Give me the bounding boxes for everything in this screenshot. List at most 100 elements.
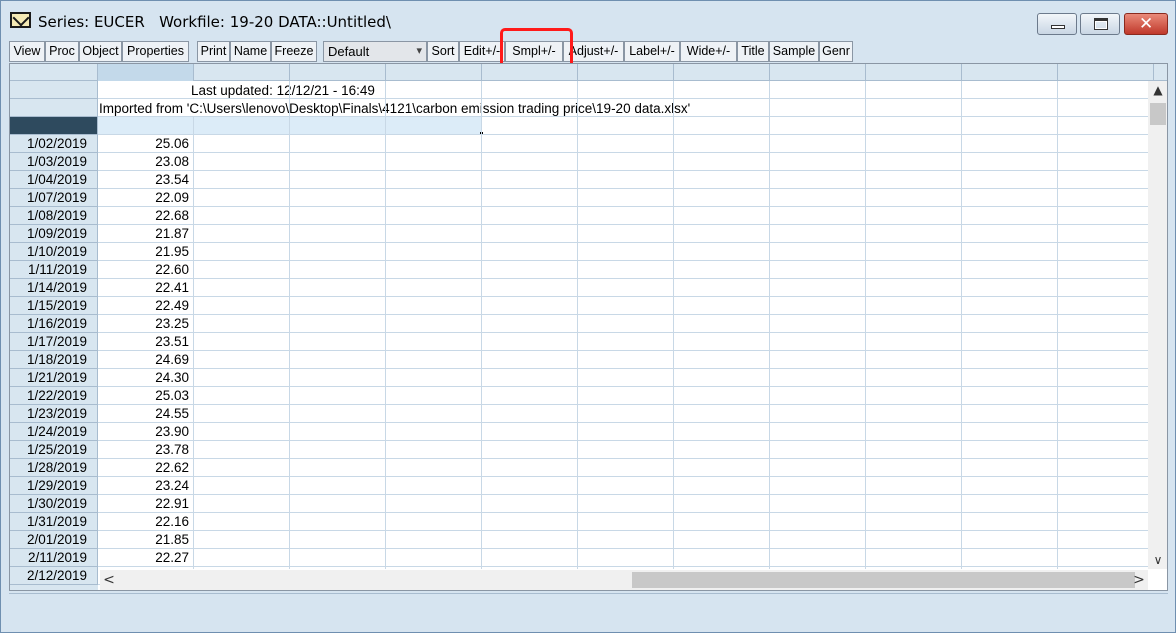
scroll-up-icon[interactable]: ▲ bbox=[1148, 81, 1167, 99]
row-label-date[interactable]: 1/07/2019 bbox=[10, 189, 98, 207]
value-cell[interactable]: 22.16 bbox=[98, 513, 193, 531]
grid-line bbox=[98, 422, 1148, 423]
column-header[interactable] bbox=[482, 64, 578, 81]
value-cell[interactable]: 25.06 bbox=[98, 135, 193, 153]
title-bar[interactable]: Series: EUCER Workfile: 19-20 DATA::Unti… bbox=[1, 1, 1175, 39]
value-cell[interactable]: 22.60 bbox=[98, 261, 193, 279]
genr-button[interactable]: Genr bbox=[819, 41, 853, 62]
row-label[interactable] bbox=[10, 117, 98, 135]
column-header[interactable] bbox=[866, 64, 962, 81]
row-label-date[interactable]: 1/31/2019 bbox=[10, 513, 98, 531]
properties-button[interactable]: Properties bbox=[122, 41, 189, 62]
column-header[interactable] bbox=[962, 64, 1058, 81]
row-label[interactable] bbox=[10, 81, 98, 99]
value-cell[interactable]: 23.08 bbox=[98, 153, 193, 171]
spreadsheet-grid: 1/02/2019 1/03/2019 1/04/2019 1/07/2019 1/08… bbox=[9, 63, 1168, 591]
row-label-date[interactable]: 1/24/2019 bbox=[10, 423, 98, 441]
object-button[interactable]: Object bbox=[79, 41, 122, 62]
value-cell[interactable]: 23.78 bbox=[98, 441, 193, 459]
scroll-left-icon[interactable]: < bbox=[100, 570, 118, 590]
column-header[interactable] bbox=[98, 64, 194, 81]
row-label-date[interactable]: 1/08/2019 bbox=[10, 207, 98, 225]
grid-line bbox=[98, 404, 1148, 405]
view-button[interactable]: View bbox=[9, 41, 45, 62]
row-label-date[interactable]: 1/18/2019 bbox=[10, 351, 98, 369]
row-label-date[interactable]: 1/14/2019 bbox=[10, 279, 98, 297]
column-header[interactable] bbox=[578, 64, 674, 81]
value-cell[interactable]: 22.41 bbox=[98, 279, 193, 297]
row-label-date[interactable]: 1/02/2019 bbox=[10, 135, 98, 153]
value-cell[interactable]: 24.69 bbox=[98, 351, 193, 369]
proc-button[interactable]: Proc bbox=[45, 41, 79, 62]
value-cell[interactable]: 22.62 bbox=[98, 459, 193, 477]
row-label-date[interactable]: 2/12/2019 bbox=[10, 567, 98, 585]
value-cell[interactable]: 22.09 bbox=[98, 189, 193, 207]
row-label-date[interactable]: 1/30/2019 bbox=[10, 495, 98, 513]
minimize-button[interactable] bbox=[1037, 13, 1077, 35]
title-button[interactable]: Title bbox=[737, 41, 769, 62]
row-label-date[interactable]: 1/15/2019 bbox=[10, 297, 98, 315]
vertical-scroll-thumb[interactable] bbox=[1150, 103, 1166, 125]
row-label-date[interactable]: 1/22/2019 bbox=[10, 387, 98, 405]
name-button[interactable]: Name bbox=[230, 41, 271, 62]
row-label-date[interactable]: 1/23/2019 bbox=[10, 405, 98, 423]
value-cell[interactable]: 23.25 bbox=[98, 315, 193, 333]
column-header[interactable] bbox=[770, 64, 866, 81]
row-label-date[interactable]: 1/21/2019 bbox=[10, 369, 98, 387]
label-toggle-button[interactable]: Label+/- bbox=[624, 41, 680, 62]
selected-cell[interactable] bbox=[98, 117, 482, 135]
row-label-date[interactable]: 1/25/2019 bbox=[10, 441, 98, 459]
wide-toggle-button[interactable]: Wide+/- bbox=[680, 41, 737, 62]
value-cell[interactable]: 25.03 bbox=[98, 387, 193, 405]
grid-line bbox=[98, 278, 1148, 279]
edit-toggle-button[interactable]: Edit+/- bbox=[459, 41, 505, 62]
value-cell[interactable]: 24.55 bbox=[98, 405, 193, 423]
value-cell[interactable]: 23.90 bbox=[98, 423, 193, 441]
horizontal-scroll-thumb[interactable] bbox=[632, 572, 1135, 588]
value-cell[interactable]: 23.54 bbox=[98, 171, 193, 189]
value-cell[interactable]: 24.30 bbox=[98, 369, 193, 387]
value-cell[interactable]: 21.85 bbox=[98, 531, 193, 549]
print-button[interactable]: Print bbox=[197, 41, 230, 62]
grid-line bbox=[385, 81, 386, 569]
column-header[interactable] bbox=[674, 64, 770, 81]
scroll-right-icon[interactable]: > bbox=[1130, 570, 1148, 590]
freeze-button[interactable]: Freeze bbox=[271, 41, 317, 62]
row-label-date[interactable]: 2/01/2019 bbox=[10, 531, 98, 549]
row-label-date[interactable]: 1/11/2019 bbox=[10, 261, 98, 279]
status-bar bbox=[9, 593, 1168, 629]
row-label-date[interactable]: 1/03/2019 bbox=[10, 153, 98, 171]
view-mode-select[interactable]: Default ▾ bbox=[323, 41, 427, 62]
row-label-date[interactable]: 1/16/2019 bbox=[10, 315, 98, 333]
corner-cell[interactable] bbox=[10, 64, 98, 81]
maximize-button[interactable] bbox=[1080, 13, 1120, 35]
value-cell[interactable]: 23.51 bbox=[98, 333, 193, 351]
row-label-date[interactable]: 1/17/2019 bbox=[10, 333, 98, 351]
row-label-date[interactable]: 1/28/2019 bbox=[10, 459, 98, 477]
sample-button[interactable]: Sample bbox=[769, 41, 819, 62]
column-header[interactable] bbox=[386, 64, 482, 81]
grid-line bbox=[98, 152, 1148, 153]
value-cell[interactable]: 22.49 bbox=[98, 297, 193, 315]
column-header[interactable] bbox=[1058, 64, 1154, 81]
column-header[interactable] bbox=[290, 64, 386, 81]
row-label-date[interactable]: 1/04/2019 bbox=[10, 171, 98, 189]
close-button[interactable]: ✕ bbox=[1124, 13, 1168, 35]
row-label[interactable] bbox=[10, 99, 98, 117]
row-label-date[interactable]: 2/11/2019 bbox=[10, 549, 98, 567]
row-label-date[interactable]: 1/09/2019 bbox=[10, 225, 98, 243]
scroll-down-icon[interactable]: ∨ bbox=[1148, 551, 1167, 569]
cell-area[interactable]: Last updated: 12/12/21 - 16:49 Imported … bbox=[98, 81, 1148, 585]
sort-button[interactable]: Sort bbox=[427, 41, 459, 62]
value-cell[interactable]: 22.91 bbox=[98, 495, 193, 513]
column-header[interactable] bbox=[194, 64, 290, 81]
value-cell[interactable]: 22.68 bbox=[98, 207, 193, 225]
row-label-date[interactable]: 1/10/2019 bbox=[10, 243, 98, 261]
value-cell[interactable]: 21.87 bbox=[98, 225, 193, 243]
horizontal-scrollbar[interactable]: < > bbox=[100, 570, 1148, 590]
value-cell[interactable]: 21.95 bbox=[98, 243, 193, 261]
value-cell[interactable]: 22.27 bbox=[98, 549, 193, 567]
vertical-scrollbar[interactable]: ▲ ∨ bbox=[1148, 81, 1167, 569]
value-cell[interactable]: 23.24 bbox=[98, 477, 193, 495]
row-label-date[interactable]: 1/29/2019 bbox=[10, 477, 98, 495]
